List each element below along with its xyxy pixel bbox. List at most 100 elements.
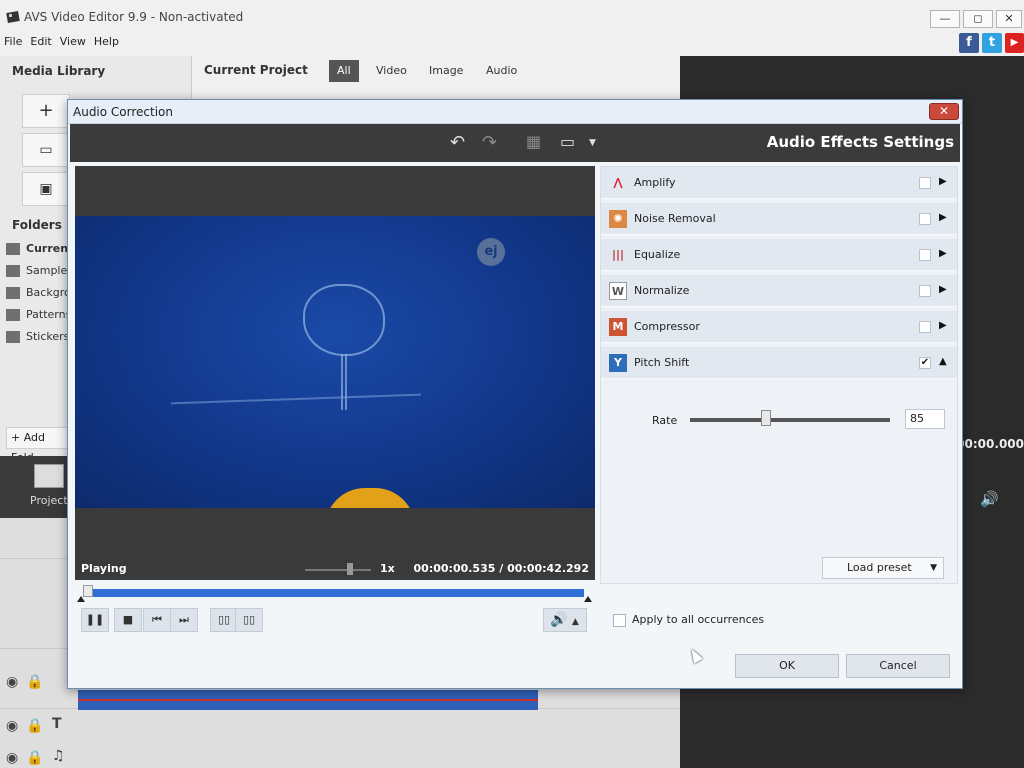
- eye-icon[interactable]: ◉: [6, 718, 18, 734]
- tab-audio[interactable]: Audio: [478, 60, 525, 82]
- media-library-title: Media Library: [12, 64, 106, 78]
- lock-icon[interactable]: 🔒: [26, 674, 43, 690]
- channel-logo: ej: [477, 238, 505, 266]
- expand-arrow-icon[interactable]: ▶: [939, 212, 947, 223]
- audio-effects-panel: ⋀ Amplify ▶ ✺ Noise Removal ▶ ||| Equali…: [600, 166, 958, 584]
- folder-label: Samples: [26, 264, 73, 277]
- effect-checkbox[interactable]: [919, 249, 931, 261]
- folder-icon: [6, 265, 20, 277]
- dialog-close-button[interactable]: ✕: [929, 103, 959, 120]
- equalize-icon: |||: [611, 248, 625, 261]
- effect-checkbox[interactable]: [919, 177, 931, 189]
- menu-edit[interactable]: Edit: [26, 34, 55, 50]
- load-preset-dropdown[interactable]: Load preset ▼: [822, 557, 944, 579]
- lock-icon[interactable]: 🔒: [26, 750, 43, 766]
- stop-button[interactable]: ■: [114, 608, 142, 632]
- expand-arrow-icon[interactable]: ▶: [939, 320, 947, 331]
- timeline-track: [0, 708, 680, 738]
- app-titlebar: AVS Video Editor 9.9 - Non-activated — ◻…: [0, 0, 1024, 36]
- expand-arrow-icon[interactable]: ▶: [939, 284, 947, 295]
- folder-item[interactable]: Samples: [6, 264, 73, 284]
- menu-help[interactable]: Help: [90, 34, 123, 50]
- minimize-button[interactable]: —: [930, 10, 960, 28]
- progress-thumb[interactable]: [83, 585, 93, 597]
- add-folder-button[interactable]: + Add Fold: [6, 427, 70, 464]
- grid-icon[interactable]: ▦: [526, 132, 541, 151]
- youtube-icon[interactable]: ▶: [1005, 33, 1024, 53]
- add-media-button[interactable]: +: [22, 94, 70, 128]
- effect-row-amplify[interactable]: ⋀ Amplify ▶: [601, 167, 957, 199]
- dialog-title: Audio Correction: [73, 105, 174, 119]
- effect-row-pitch-shift[interactable]: Y Pitch Shift ✔ ▲: [601, 347, 957, 379]
- drawn-ground-line: [171, 393, 421, 407]
- effect-row-compressor[interactable]: M Compressor ▶: [601, 311, 957, 343]
- speed-slider-thumb[interactable]: [347, 563, 353, 575]
- volume-button[interactable]: 🔊 ▲: [543, 608, 587, 632]
- video-status-bar: Playing 1x 00:00:00.535 / 00:00:42.292: [75, 558, 595, 580]
- video-frame: ej: [75, 216, 595, 508]
- dialog-toolbar: ↶ ↷ ▦ ▭ ▼ Audio Effects Settings: [70, 124, 960, 162]
- progress-bar[interactable]: [84, 589, 584, 597]
- menu-view[interactable]: View: [56, 34, 90, 50]
- redo-icon[interactable]: ↷: [482, 132, 497, 153]
- speed-slider-track[interactable]: [305, 569, 371, 571]
- close-button[interactable]: ✕: [996, 10, 1022, 28]
- effect-checkbox-checked[interactable]: ✔: [919, 357, 931, 369]
- next-button[interactable]: ⏭: [170, 608, 198, 632]
- capture-screen-button[interactable]: ▣: [22, 172, 70, 206]
- clapper-icon[interactable]: [34, 464, 64, 488]
- undo-icon[interactable]: ↶: [450, 132, 465, 153]
- progress-end-marker: [584, 596, 592, 602]
- time-separator: /: [499, 562, 504, 575]
- playback-progress[interactable]: [77, 585, 592, 602]
- capture-video-button[interactable]: ▭: [22, 133, 70, 167]
- effect-checkbox[interactable]: [919, 321, 931, 333]
- facebook-icon[interactable]: f: [959, 33, 979, 53]
- cancel-button[interactable]: Cancel: [846, 654, 950, 678]
- effect-checkbox[interactable]: [919, 285, 931, 297]
- folder-label: Backgro: [26, 286, 71, 299]
- expand-arrow-icon[interactable]: ▶: [939, 176, 947, 187]
- effect-row-noise-removal[interactable]: ✺ Noise Removal ▶: [601, 203, 957, 235]
- tab-all[interactable]: All: [329, 60, 359, 82]
- playback-speed: 1x: [380, 562, 395, 575]
- apply-to-all-checkbox[interactable]: Apply to all occurrences: [613, 613, 764, 627]
- folder-item[interactable]: Curren: [6, 242, 68, 262]
- monitor-dropdown-icon[interactable]: ▼: [589, 138, 596, 148]
- current-project-title: Current Project: [204, 63, 308, 77]
- chevron-down-icon: ▼: [930, 563, 937, 573]
- preview-volume-icon[interactable]: 🔊: [980, 490, 999, 508]
- eye-icon[interactable]: ◉: [6, 750, 18, 766]
- app-logo-icon: [6, 10, 20, 24]
- tab-video[interactable]: Video: [368, 60, 415, 82]
- rate-value-field[interactable]: 85: [905, 409, 945, 429]
- folder-label: Curren: [26, 242, 69, 255]
- effect-row-equalize[interactable]: ||| Equalize ▶: [601, 239, 957, 271]
- previous-button[interactable]: ⏮: [143, 608, 171, 632]
- collapse-arrow-icon[interactable]: ▲: [939, 356, 947, 367]
- checkbox-box[interactable]: [613, 613, 626, 627]
- rate-slider-track[interactable]: [690, 418, 890, 422]
- menu-file[interactable]: File: [0, 34, 26, 50]
- tab-image[interactable]: Image: [421, 60, 471, 82]
- effect-row-normalize[interactable]: W Normalize ▶: [601, 275, 957, 307]
- mark-out-button[interactable]: ▯▯: [235, 608, 263, 632]
- ok-button[interactable]: OK: [735, 654, 839, 678]
- app-title: AVS Video Editor 9.9 - Non-activated: [24, 10, 244, 24]
- folder-item[interactable]: Stickers: [6, 330, 69, 350]
- folder-item[interactable]: Backgro: [6, 286, 71, 306]
- time-total: 00:00:42.292: [507, 562, 589, 575]
- mark-in-button[interactable]: ▯▯: [210, 608, 238, 632]
- expand-arrow-icon[interactable]: ▶: [939, 248, 947, 259]
- maximize-button[interactable]: ◻: [963, 10, 993, 28]
- pause-button[interactable]: ❚❚: [81, 608, 109, 632]
- rate-slider-thumb[interactable]: [761, 410, 771, 426]
- twitter-icon[interactable]: t: [982, 33, 1002, 53]
- audio-correction-dialog: Audio Correction ✕ ↶ ↷ ▦ ▭ ▼ Audio Effec…: [67, 99, 963, 689]
- eye-icon[interactable]: ◉: [6, 674, 18, 690]
- monitor-icon[interactable]: ▭: [560, 132, 575, 151]
- effect-checkbox[interactable]: [919, 213, 931, 225]
- folder-item[interactable]: Patterns: [6, 308, 71, 328]
- audio-waveform[interactable]: [78, 690, 538, 710]
- lock-icon[interactable]: 🔒: [26, 718, 43, 734]
